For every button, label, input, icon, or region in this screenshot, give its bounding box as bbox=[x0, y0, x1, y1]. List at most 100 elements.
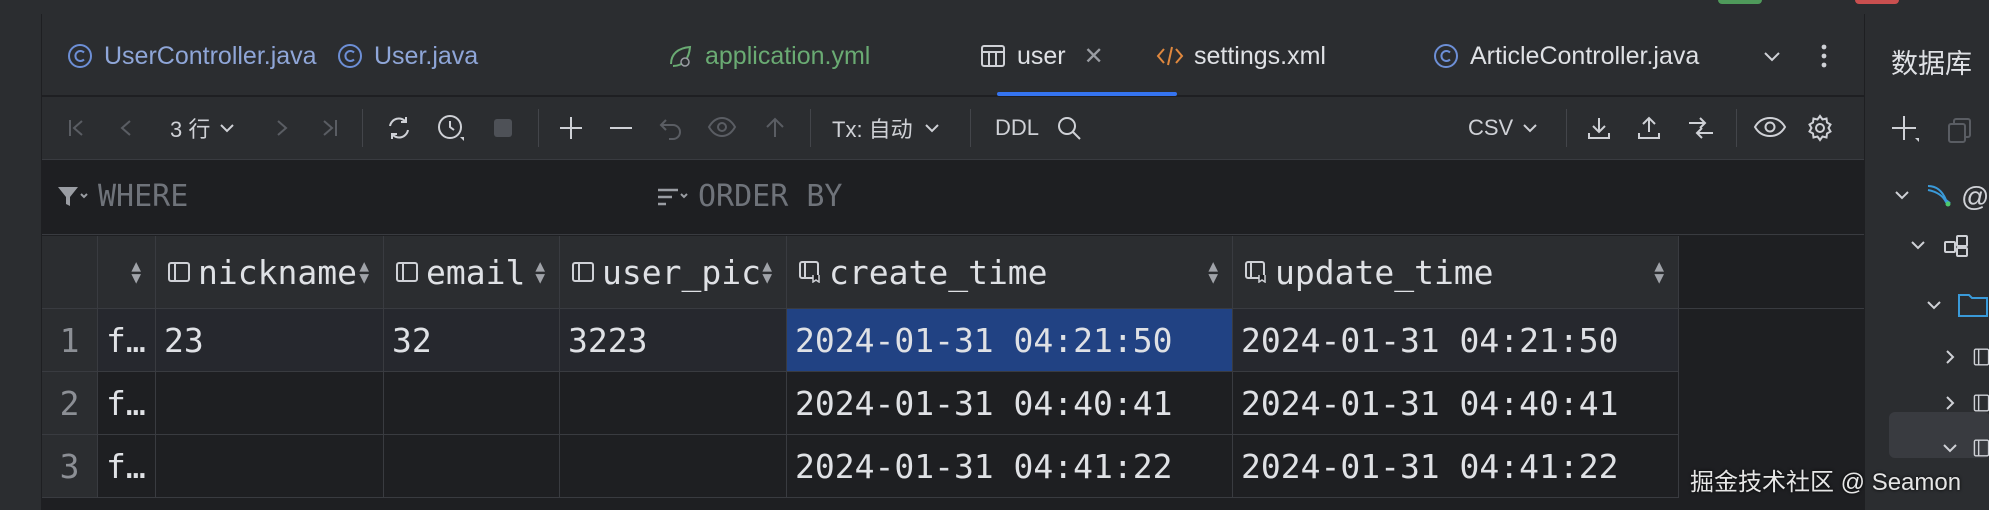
tab-application-yml[interactable]: application.yml bbox=[667, 38, 870, 74]
expand-toggle[interactable] bbox=[1937, 344, 1963, 370]
order-by-input[interactable]: ORDER BY bbox=[656, 179, 843, 214]
import-button[interactable] bbox=[1632, 109, 1666, 147]
table-cell[interactable] bbox=[384, 435, 560, 498]
new-datasource-button[interactable] bbox=[1889, 112, 1923, 146]
chevron-down-icon bbox=[1911, 241, 1925, 250]
table-cell[interactable]: 3223 bbox=[560, 309, 787, 372]
row-number[interactable]: 2 bbox=[42, 372, 98, 435]
data-editor-toolbar: 3 行 Tx: 自动 DDL CSV bbox=[42, 97, 1864, 160]
tab-settings-xml[interactable]: settings.xml bbox=[1156, 38, 1326, 74]
settings-button[interactable] bbox=[1800, 109, 1840, 147]
tree-node-table[interactable] bbox=[1973, 388, 1989, 418]
expand-toggle[interactable] bbox=[1937, 390, 1963, 416]
more-options-button[interactable] bbox=[1812, 38, 1836, 74]
column-name: nickname bbox=[198, 252, 357, 292]
table-cell[interactable]: 2024-01-31 04:21:50 bbox=[1233, 309, 1679, 372]
tree-node-table[interactable] bbox=[1973, 342, 1989, 372]
tab-articlecontroller[interactable]: ArticleController.java bbox=[1432, 38, 1699, 74]
table-cell[interactable]: 2024-01-31 04:40:41 bbox=[787, 372, 1233, 435]
table-cell[interactable]: f… bbox=[98, 309, 156, 372]
xml-code-icon bbox=[1156, 42, 1184, 70]
toolbar-separator bbox=[970, 109, 971, 147]
column-header-update-time[interactable]: update_time ▲ ▼ bbox=[1233, 236, 1679, 309]
table-cell[interactable]: 2024-01-31 04:40:41 bbox=[1233, 372, 1679, 435]
tree-node-table-selected[interactable] bbox=[1973, 433, 1989, 463]
next-page-button[interactable] bbox=[266, 109, 296, 147]
previous-page-button[interactable] bbox=[112, 109, 142, 147]
tab-user-table[interactable]: user ✕ bbox=[979, 38, 1104, 74]
where-filter-input[interactable]: WHERE bbox=[56, 179, 188, 214]
submit-button[interactable] bbox=[758, 109, 792, 147]
search-icon bbox=[1058, 117, 1081, 140]
class-c-icon bbox=[336, 42, 364, 70]
first-page-button[interactable] bbox=[62, 109, 92, 147]
chevron-down-icon bbox=[220, 124, 235, 133]
refresh-button[interactable] bbox=[382, 109, 416, 147]
history-button[interactable] bbox=[434, 109, 468, 147]
tab-usercontroller[interactable]: UserController.java bbox=[66, 38, 317, 74]
last-page-button[interactable] bbox=[314, 109, 344, 147]
column-name: email bbox=[426, 252, 526, 292]
sort-toggle-icon[interactable]: ▲ ▼ bbox=[1208, 258, 1218, 286]
tree-node-schemas[interactable] bbox=[1941, 228, 1975, 262]
row-number[interactable]: 3 bbox=[42, 435, 98, 498]
column-header-email[interactable]: email ▲ ▼ bbox=[384, 236, 560, 309]
column-header-nickname[interactable]: nickname ▲ ▼ bbox=[156, 236, 384, 309]
preview-changes-button[interactable] bbox=[704, 109, 742, 147]
column-header-truncated[interactable]: ▲ ▼ bbox=[98, 236, 156, 309]
view-options-button[interactable] bbox=[1750, 109, 1790, 147]
sort-toggle-icon[interactable]: ▲ ▼ bbox=[762, 258, 772, 286]
panel-title: 数据库 bbox=[1891, 49, 1972, 79]
column-header-create-time[interactable]: create_time ▲ ▼ bbox=[787, 236, 1233, 309]
table-cell[interactable]: f… bbox=[98, 435, 156, 498]
header-filler bbox=[1679, 236, 1864, 309]
revert-button[interactable] bbox=[654, 109, 688, 147]
table-cell[interactable] bbox=[384, 372, 560, 435]
upload-icon bbox=[1638, 116, 1660, 139]
selected-table-cell[interactable]: 2024-01-31 04:21:50 bbox=[787, 309, 1233, 372]
first-page-icon bbox=[69, 120, 83, 136]
search-button[interactable] bbox=[1052, 109, 1086, 147]
sort-toggle-icon[interactable]: ▲ ▼ bbox=[131, 258, 141, 286]
export-format-dropdown[interactable]: CSV bbox=[1468, 109, 1548, 147]
table-cell[interactable] bbox=[156, 435, 384, 498]
table-cell[interactable] bbox=[560, 435, 787, 498]
expand-toggle[interactable] bbox=[1937, 435, 1963, 461]
sort-toggle-icon[interactable]: ▲ ▼ bbox=[359, 258, 369, 286]
tree-node-datasource[interactable] bbox=[1923, 178, 1957, 212]
tab-label: application.yml bbox=[705, 41, 871, 70]
chevron-right-icon bbox=[277, 120, 288, 136]
tab-user-java[interactable]: User.java bbox=[336, 38, 478, 74]
filter-bar: WHERE ORDER BY bbox=[42, 161, 1864, 235]
table-cell[interactable]: 2024-01-31 04:41:22 bbox=[1233, 435, 1679, 498]
column-header-user-pic[interactable]: user_pic ▲ ▼ bbox=[560, 236, 787, 309]
export-button[interactable] bbox=[1582, 109, 1616, 147]
page-size-dropdown[interactable]: 3 行 bbox=[170, 109, 250, 147]
chevron-right-icon bbox=[1946, 350, 1955, 364]
active-tab-indicator bbox=[997, 92, 1177, 96]
delete-row-button[interactable] bbox=[604, 109, 638, 147]
expand-toggle[interactable] bbox=[1921, 292, 1947, 318]
transaction-mode-dropdown[interactable]: Tx: 自动 bbox=[832, 109, 952, 147]
folder-icon bbox=[1958, 294, 1988, 317]
close-icon[interactable]: ✕ bbox=[1084, 42, 1104, 71]
table-cell[interactable]: 2024-01-31 04:41:22 bbox=[787, 435, 1233, 498]
copy-button[interactable] bbox=[1943, 114, 1977, 148]
table-cell[interactable]: 23 bbox=[156, 309, 384, 372]
row-number[interactable]: 1 bbox=[42, 309, 98, 372]
table-cell[interactable] bbox=[560, 372, 787, 435]
add-row-button[interactable] bbox=[554, 109, 588, 147]
sort-toggle-icon[interactable]: ▲ ▼ bbox=[1654, 258, 1664, 286]
tree-node-tables-folder[interactable] bbox=[1957, 288, 1989, 322]
expand-toggle[interactable] bbox=[1905, 232, 1931, 258]
expand-toggle[interactable] bbox=[1889, 182, 1915, 208]
table-cell[interactable] bbox=[156, 372, 384, 435]
compare-button[interactable] bbox=[1682, 109, 1720, 147]
sort-toggle-icon[interactable]: ▲ ▼ bbox=[535, 258, 545, 286]
table-cell[interactable]: f… bbox=[98, 372, 156, 435]
table-cell[interactable]: 32 bbox=[384, 309, 560, 372]
refresh-icon bbox=[389, 117, 409, 139]
tab-list-dropdown[interactable] bbox=[1760, 38, 1784, 74]
ddl-button[interactable]: DDL bbox=[990, 109, 1044, 147]
stop-button[interactable] bbox=[486, 109, 520, 147]
